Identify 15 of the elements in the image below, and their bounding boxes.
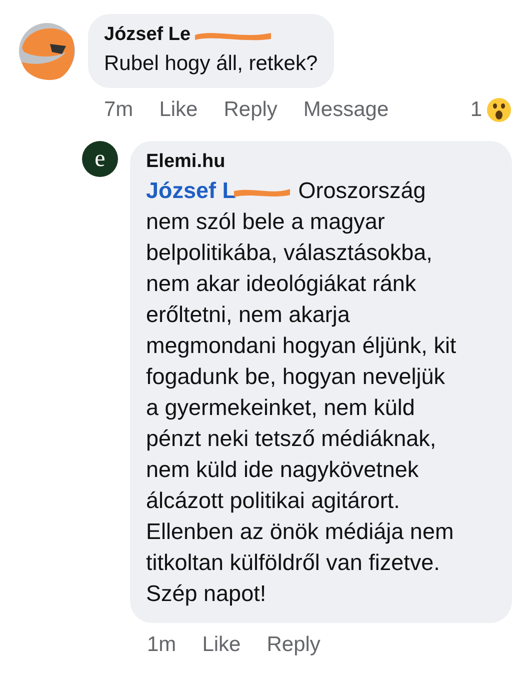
logo-avatar[interactable]: e [82, 141, 118, 177]
timestamp: 1m [147, 633, 176, 657]
author-name[interactable]: József Le [104, 24, 191, 46]
like-link[interactable]: Like [202, 633, 241, 657]
reply-link[interactable]: Reply [224, 98, 278, 122]
comment-text: Rubel hogy áll, retkek? [104, 52, 318, 76]
timestamp: 7m [104, 98, 134, 122]
reply-link[interactable]: Reply [266, 633, 320, 657]
like-link[interactable]: Like [159, 98, 198, 122]
wow-emoji-icon[interactable] [486, 97, 512, 123]
mention-link[interactable]: József L [146, 178, 236, 203]
message-link[interactable]: Message [303, 98, 389, 122]
reply-text: József L Oroszország nem szól bele a magyar belpolitikába, választásokba, nem akar ideológiákat ránk erőltetni, nem akarja megmondani hogyan éljünk, kit fogadunk be, hogyan neveljük a gyermekeinket, nem küld pénzt neki tetsző médiáknak, nem küld ide nagykövetnek álcázott politikai agitárort. Ellenben az önök médiája nem titkoltan külföldről van fizetve. Szép napot! [146, 177, 458, 608]
reaction-count: 1 [470, 98, 482, 122]
author-name[interactable]: Elemi.hu [146, 151, 462, 173]
